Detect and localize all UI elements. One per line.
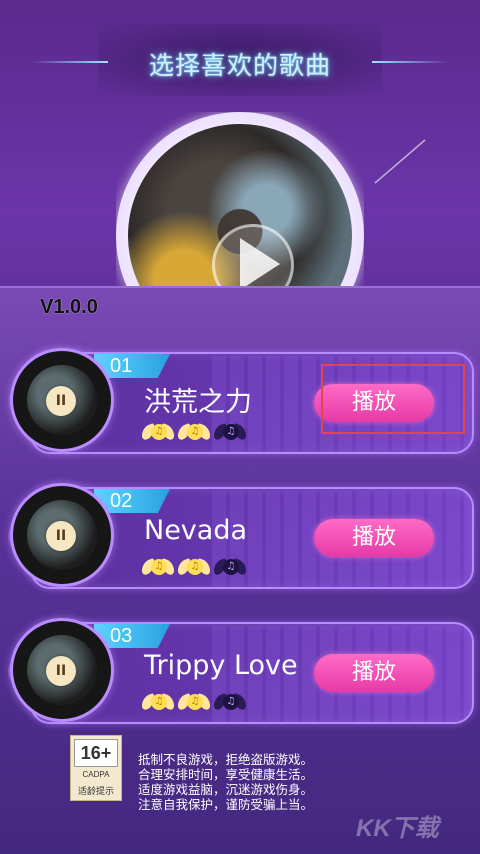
notice-line: 抵制不良游戏，拒绝盗版游戏。: [138, 752, 314, 767]
header-deco-left: [30, 61, 108, 63]
pause-icon[interactable]: II: [46, 521, 76, 551]
version-label: V1.0.0: [40, 296, 98, 318]
page-title: 选择喜欢的歌曲: [148, 51, 331, 80]
highlight-box: [321, 364, 465, 434]
song-title: Nevada: [144, 515, 248, 546]
rating-org: CADPA: [82, 770, 110, 779]
song-title: Trippy Love: [144, 650, 298, 681]
song-rating: ♫ ♫ ♫: [142, 422, 246, 444]
play-button[interactable]: 播放: [314, 519, 434, 557]
age-rating: 16+: [74, 739, 118, 767]
rating-note-icon: ♫: [214, 557, 246, 579]
rating-label: 适龄提示: [77, 787, 114, 797]
rating-note-icon: ♫: [214, 422, 246, 444]
play-button[interactable]: 播放: [314, 654, 434, 692]
notice-line: 合理安排时间，享受健康生活。: [138, 767, 314, 782]
song-number: 01: [110, 355, 133, 377]
age-rating-badge: 16+ CADPA 适龄提示: [70, 735, 122, 801]
rating-note-icon: ♫: [178, 692, 210, 714]
song-rating: ♫ ♫ ♫: [142, 557, 246, 579]
play-icon[interactable]: [240, 238, 280, 290]
rating-note-icon: ♫: [142, 557, 174, 579]
watermark: KK下载: [356, 815, 439, 842]
album-disc[interactable]: [116, 112, 364, 312]
rating-note-icon: ♫: [142, 692, 174, 714]
rating-note-icon: ♫: [142, 422, 174, 444]
notice-line: 适度游戏益脑，沉迷游戏伤身。: [138, 782, 314, 797]
header-deco-right: [372, 61, 450, 63]
song-title: 洪荒之力: [144, 387, 252, 418]
rating-note-icon: ♫: [178, 557, 210, 579]
song-rating: ♫ ♫ ♫: [142, 692, 246, 714]
pause-icon[interactable]: II: [46, 386, 76, 416]
rating-note-icon: ♫: [178, 422, 210, 444]
song-number: 03: [110, 625, 133, 647]
pause-icon[interactable]: II: [46, 656, 76, 686]
health-notice: 抵制不良游戏，拒绝盗版游戏。 合理安排时间，享受健康生活。 适度游戏益脑，沉迷游…: [138, 752, 313, 812]
song-number: 02: [110, 490, 133, 512]
notice-line: 注意自我保护，谨防受骗上当。: [138, 797, 314, 812]
rating-note-icon: ♫: [214, 692, 246, 714]
